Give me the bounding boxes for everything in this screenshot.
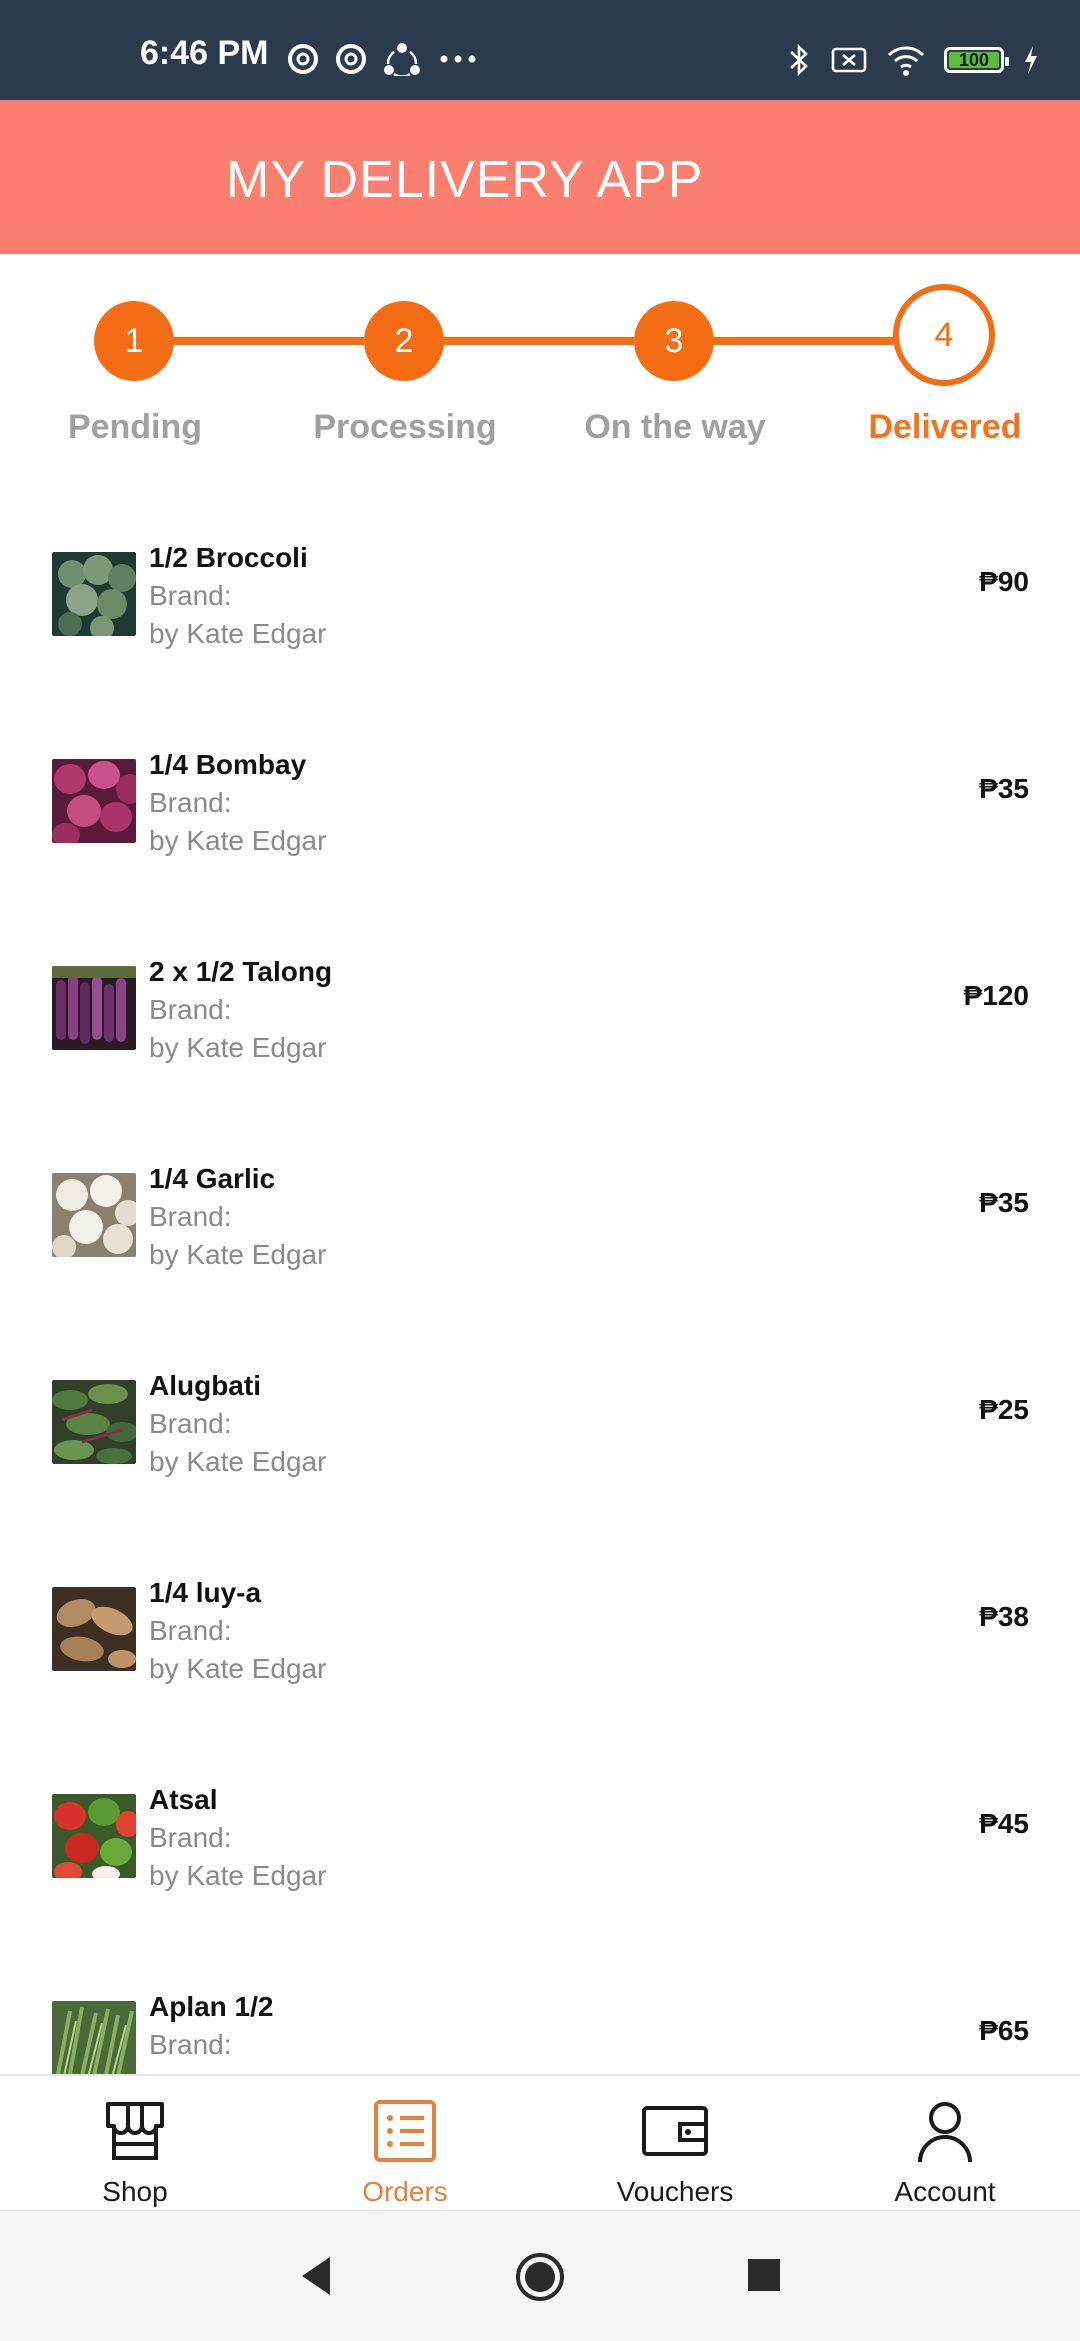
at-sign-icon (288, 44, 318, 74)
list-item[interactable]: Atsal Brand: by Kate Edgar ₱45 (0, 1716, 1080, 1923)
nav-tab-shop[interactable]: Shop (0, 2076, 270, 2212)
step-2-label: Processing (313, 408, 497, 446)
order-progress-stepper: 1 2 3 4 Pending Processing On the way De… (0, 254, 1080, 474)
item-seller: by Kate Edgar (149, 618, 327, 649)
account-icon (918, 2102, 972, 2163)
nav-tab-label: Account (894, 2176, 996, 2207)
item-price: ₱90 (979, 566, 1029, 597)
item-name: 1/4 Bombay (149, 749, 307, 780)
wallet-icon (642, 2106, 708, 2156)
orders-icon (374, 2100, 436, 2162)
list-item[interactable]: 1/4 Bombay Brand: by Kate Edgar ₱35 (0, 681, 1080, 888)
step-2-circle: 2 (364, 301, 444, 381)
item-name: Aplan 1/2 (149, 1991, 274, 2022)
list-item[interactable]: 1/4 Garlic Brand: by Kate Edgar ₱35 (0, 1095, 1080, 1302)
at-sign-icon (336, 44, 366, 74)
item-name: Atsal (149, 1784, 218, 1815)
list-item[interactable]: Alugbati Brand: by Kate Edgar ₱25 (0, 1302, 1080, 1509)
nav-tab-label: Shop (102, 2176, 168, 2207)
recents-icon[interactable] (746, 2257, 782, 2293)
item-price: ₱35 (979, 773, 1029, 804)
item-brand: Brand: (149, 787, 232, 818)
system-navigation-bar (0, 2210, 1080, 2341)
item-brand: Brand: (149, 2029, 232, 2060)
item-brand: Brand: (149, 1615, 232, 1646)
app-header: MY DELIVERY APP (0, 100, 1080, 254)
bottom-navigation: Shop Orders Vouchers Account (0, 2074, 1080, 2210)
order-item-list[interactable]: 1/2 Broccoli Brand: by Kate Edgar ₱90 1/… (0, 474, 1080, 2074)
item-price: ₱120 (963, 980, 1029, 1011)
list-item[interactable]: 1/2 Broccoli Brand: by Kate Edgar ₱90 (0, 474, 1080, 681)
step-3-label: On the way (584, 408, 766, 446)
item-name: 1/4 luy-a (149, 1577, 262, 1608)
item-seller: by Kate Edgar (149, 1653, 327, 1684)
item-seller: by Kate Edgar (149, 1860, 327, 1891)
home-icon[interactable] (514, 2251, 566, 2303)
nav-tab-label: Vouchers (616, 2176, 734, 2207)
item-price: ₱25 (979, 1394, 1029, 1425)
no-sim-icon (831, 47, 867, 73)
item-price: ₱65 (979, 2015, 1029, 2046)
battery-icon: 100 (944, 47, 1009, 73)
item-brand: Brand: (149, 1822, 232, 1853)
battery-level: 100 (958, 49, 990, 70)
list-item[interactable]: Aplan 1/2 Brand: ₱65 (0, 1923, 1080, 2074)
list-item[interactable]: 2 x 1/2 Talong Brand: by Kate Edgar ₱120 (0, 888, 1080, 1095)
item-name: 1/2 Broccoli (149, 542, 308, 573)
item-name: Alugbati (149, 1370, 261, 1401)
more-dots-icon (440, 55, 476, 63)
nav-tab-label: Orders (362, 2176, 448, 2207)
item-seller: by Kate Edgar (149, 1446, 327, 1477)
item-price: ₱45 (979, 1808, 1029, 1839)
step-4-circle: 4 (893, 284, 995, 386)
broccoli-thumbnail (52, 552, 136, 636)
step-1-circle: 1 (94, 301, 174, 381)
nav-tab-orders[interactable]: Orders (270, 2076, 540, 2212)
eggplant-thumbnail (52, 966, 136, 1050)
status-time: 6:46 PM (140, 34, 269, 72)
step-1-label: Pending (67, 408, 203, 446)
status-bar: 6:46 PM 100 (0, 0, 1080, 100)
item-brand: Brand: (149, 1201, 232, 1232)
bluetooth-icon (790, 43, 808, 77)
item-brand: Brand: (149, 1408, 232, 1439)
item-brand: Brand: (149, 994, 232, 1025)
share-icon (384, 43, 420, 76)
item-price: ₱38 (979, 1601, 1029, 1632)
nav-tab-account[interactable]: Account (810, 2076, 1080, 2212)
list-item[interactable]: 1/4 luy-a Brand: by Kate Edgar ₱38 (0, 1509, 1080, 1716)
red-onion-thumbnail (52, 759, 136, 843)
item-name: 1/4 Garlic (149, 1163, 276, 1194)
nav-tab-vouchers[interactable]: Vouchers (540, 2076, 810, 2212)
status-system-icons: 100 (786, 42, 1040, 78)
step-3-circle: 3 (634, 301, 714, 381)
app-title: MY DELIVERY APP (226, 151, 704, 209)
step-4-label: Delivered (868, 408, 1022, 446)
item-name: 2 x 1/2 Talong (149, 956, 333, 987)
wifi-icon (887, 46, 925, 76)
ginger-thumbnail (52, 1587, 136, 1671)
back-icon[interactable] (296, 2253, 336, 2299)
bell-pepper-thumbnail (52, 1794, 136, 1878)
item-seller: by Kate Edgar (149, 825, 327, 856)
status-notification-icons (286, 42, 480, 76)
item-seller: by Kate Edgar (149, 1239, 327, 1270)
charging-icon (1025, 46, 1037, 74)
item-seller: by Kate Edgar (149, 1032, 327, 1063)
item-brand: Brand: (149, 580, 232, 611)
garlic-thumbnail (52, 1173, 136, 1257)
item-price: ₱35 (979, 1187, 1029, 1218)
shop-icon (106, 2102, 164, 2160)
greens-thumbnail (52, 2001, 136, 2074)
alugbati-thumbnail (52, 1380, 136, 1464)
